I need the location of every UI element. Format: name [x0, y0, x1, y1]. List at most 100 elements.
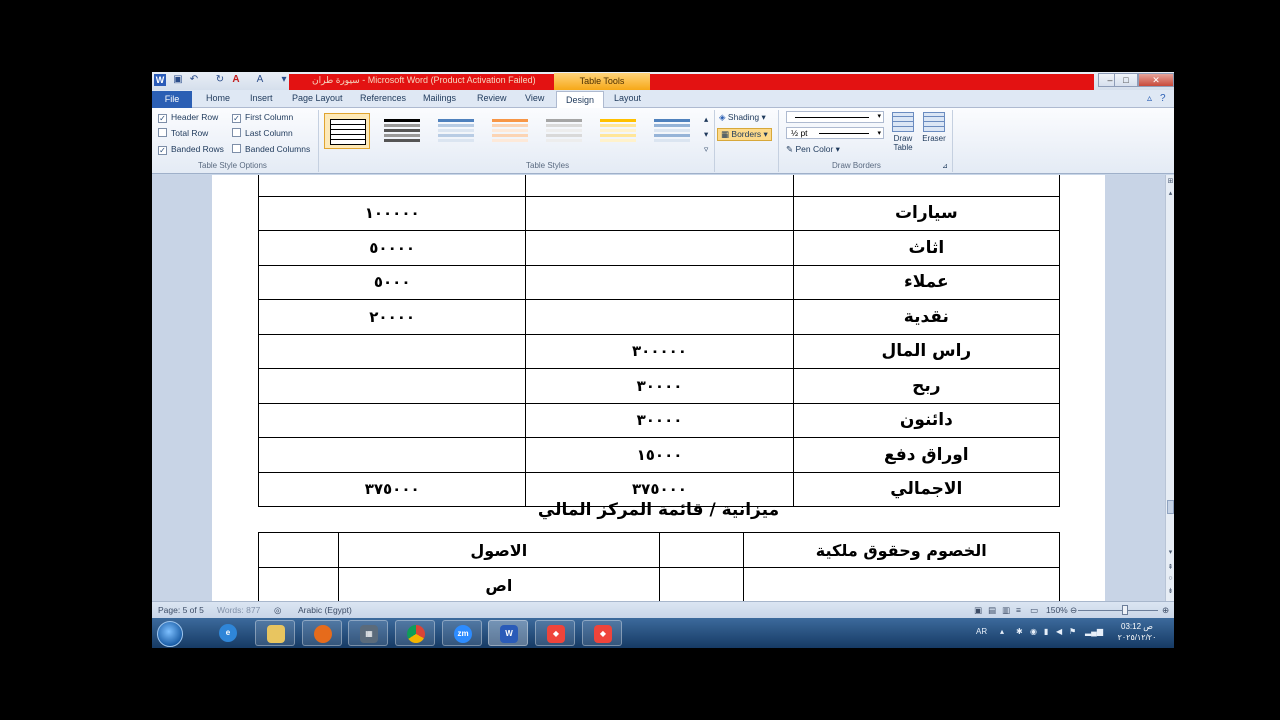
ruler-toggle-icon[interactable]: ⊞ — [1166, 177, 1174, 185]
gallery-up-icon[interactable]: ▴ — [704, 114, 708, 125]
table-style-blue[interactable] — [432, 113, 478, 149]
taskbar-word[interactable]: W — [488, 620, 528, 646]
font-color-icon[interactable]: A — [230, 74, 242, 86]
dialog-launcher-icon[interactable]: ⊿ — [942, 162, 948, 170]
balance-sheet-table[interactable]: الخصوم وحقوق ملكية الاصول اص — [257, 532, 1061, 601]
tab-mailings[interactable]: Mailings — [423, 93, 456, 103]
account-label[interactable]: سيارات — [792, 195, 1061, 231]
close-button[interactable]: ✕ — [1138, 73, 1174, 87]
debit-cell[interactable]: ٥٠٠٠٠ — [257, 230, 527, 266]
network-icon[interactable]: ▂▄▆ — [1085, 627, 1103, 636]
action-center-icon[interactable]: ⚑ — [1069, 627, 1076, 636]
taskbar-chrome[interactable] — [395, 620, 435, 646]
tab-insert[interactable]: Insert — [250, 93, 273, 103]
taskbar-zoom[interactable]: zm — [442, 620, 482, 646]
header-row-option[interactable]: ✓ Header Row — [158, 112, 218, 123]
proofing-icon[interactable]: ◎ — [274, 605, 281, 616]
select-browse-icon[interactable]: ○ — [1166, 575, 1174, 582]
debit-cell[interactable]: ٥٠٠٠ — [257, 264, 527, 300]
language-indicator[interactable]: Arabic (Egypt) — [298, 605, 352, 615]
save-icon[interactable]: ▣ — [172, 74, 184, 86]
tab-view[interactable]: View — [525, 93, 544, 103]
credit-cell[interactable]: ١٥٠٠٠ — [525, 437, 794, 473]
first-column-option[interactable]: ✓ First Column — [232, 112, 293, 123]
security-icon[interactable]: ◉ — [1030, 627, 1037, 636]
shading-button[interactable]: ◈ Shading ▾ — [719, 112, 766, 123]
credit-cell[interactable]: ٣٠٠٠٠٠ — [525, 333, 794, 369]
assets-header[interactable]: الاصول — [338, 532, 660, 568]
outline-icon[interactable]: ≡ — [1016, 605, 1021, 615]
pen-color-button[interactable]: ✎ Pen Color ▾ — [786, 144, 840, 155]
document-page[interactable]: سيارات ١٠٠٠٠٠ اثاث ٥٠٠٠٠ عملاء ٥٠٠٠ نقدية ٢٠… — [212, 175, 1105, 601]
account-label[interactable]: دائنون — [792, 402, 1061, 438]
draft-icon[interactable]: ▭ — [1030, 605, 1038, 616]
credit-cell[interactable]: ٣٠٠٠٠ — [525, 402, 794, 438]
volume-icon[interactable]: ◀ — [1056, 627, 1062, 636]
taskbar-firefox[interactable] — [302, 620, 342, 646]
tab-references[interactable]: References — [360, 93, 406, 103]
collapse-ribbon-icon[interactable]: ▵ — [1147, 93, 1152, 104]
tab-review[interactable]: Review — [477, 93, 507, 103]
credit-cell[interactable] — [525, 195, 794, 231]
language-bar[interactable]: AR — [976, 627, 987, 636]
last-column-option[interactable]: Last Column — [232, 128, 293, 138]
account-label[interactable]: راس المال — [792, 333, 1061, 369]
taskbar-anydesk-2[interactable]: ◆ — [582, 620, 622, 646]
help-icon[interactable]: ? — [1160, 93, 1166, 104]
account-label[interactable]: ربح — [792, 368, 1061, 404]
zoom-slider-thumb[interactable] — [1122, 605, 1128, 615]
banded-rows-option[interactable]: ✓ Banded Rows — [158, 144, 224, 155]
credit-cell[interactable] — [525, 230, 794, 266]
draw-table-button[interactable]: Draw Table — [888, 112, 918, 152]
balance-sheet-title[interactable]: ميزانية / قائمة المركز المالي — [212, 500, 1105, 520]
show-hidden-icons[interactable]: ▴ — [1000, 627, 1004, 636]
eraser-button[interactable]: Eraser — [919, 112, 949, 143]
debit-cell[interactable] — [257, 368, 527, 404]
scroll-down-icon[interactable]: ▾ — [1166, 548, 1174, 556]
line-weight-select[interactable]: ½ pt ▾ — [786, 127, 884, 139]
borders-button[interactable]: ▦ Borders ▾ — [717, 128, 772, 141]
credit-cell[interactable] — [525, 299, 794, 335]
zoom-slider[interactable] — [1078, 610, 1158, 611]
next-page-icon[interactable]: ⇟ — [1166, 587, 1174, 595]
debit-cell[interactable]: ٢٠٠٠٠ — [257, 299, 527, 335]
zoom-in-icon[interactable]: ⊕ — [1162, 605, 1169, 616]
table-style-indigo[interactable] — [648, 113, 694, 149]
debit-cell[interactable] — [257, 437, 527, 473]
power-icon[interactable]: ▮ — [1044, 627, 1048, 636]
taskbar-explorer[interactable] — [255, 620, 295, 646]
liabilities-header[interactable]: الخصوم وحقوق ملكية — [742, 532, 1061, 568]
tab-design[interactable]: Design — [556, 91, 604, 109]
tab-file[interactable]: File — [152, 91, 192, 108]
print-layout-icon[interactable]: ▣ — [974, 605, 982, 616]
gallery-down-icon[interactable]: ▾ — [704, 129, 708, 140]
tab-home[interactable]: Home — [206, 93, 230, 103]
total-row-option[interactable]: Total Row — [158, 128, 208, 138]
maximize-button[interactable]: □ — [1114, 73, 1138, 87]
account-label[interactable]: اوراق دفع — [792, 437, 1061, 473]
gallery-more-icon[interactable]: ▿ — [704, 144, 708, 155]
table-style-gold[interactable] — [594, 113, 640, 149]
clock[interactable]: 03:12 ص ٢٠٢٥/١٢/٢٠ — [1107, 621, 1167, 643]
repeat-icon[interactable]: ↻ — [214, 74, 226, 86]
zoom-level[interactable]: 150% — [1046, 605, 1068, 615]
word-count[interactable]: Words: 877 — [217, 605, 260, 615]
line-style-select[interactable]: ▾ — [786, 111, 884, 123]
previous-page-icon[interactable]: ⇞ — [1166, 563, 1174, 571]
vertical-scrollbar[interactable]: ⊞ ▴ ▾ ⇞ ○ ⇟ — [1165, 175, 1174, 601]
table-style-grid[interactable] — [324, 113, 370, 149]
accounts-table[interactable]: سيارات ١٠٠٠٠٠ اثاث ٥٠٠٠٠ عملاء ٥٠٠٠ نقدية ٢٠… — [257, 175, 1061, 507]
taskbar-calculator[interactable]: ▦ — [348, 620, 388, 646]
account-label[interactable]: اثاث — [792, 230, 1061, 266]
text-effect-icon[interactable]: A — [254, 74, 266, 86]
scroll-up-icon[interactable]: ▴ — [1166, 189, 1174, 197]
page-count[interactable]: Page: 5 of 5 — [158, 605, 204, 615]
debit-cell[interactable] — [257, 333, 527, 369]
tab-page-layout[interactable]: Page Layout — [292, 93, 343, 103]
scroll-thumb[interactable] — [1167, 500, 1174, 514]
banded-columns-option[interactable]: Banded Columns — [232, 144, 310, 154]
taskbar-ie[interactable]: e — [208, 620, 248, 646]
undo-icon[interactable]: ↶ — [188, 74, 200, 86]
credit-cell[interactable] — [525, 264, 794, 300]
table-style-plain[interactable] — [378, 113, 424, 149]
